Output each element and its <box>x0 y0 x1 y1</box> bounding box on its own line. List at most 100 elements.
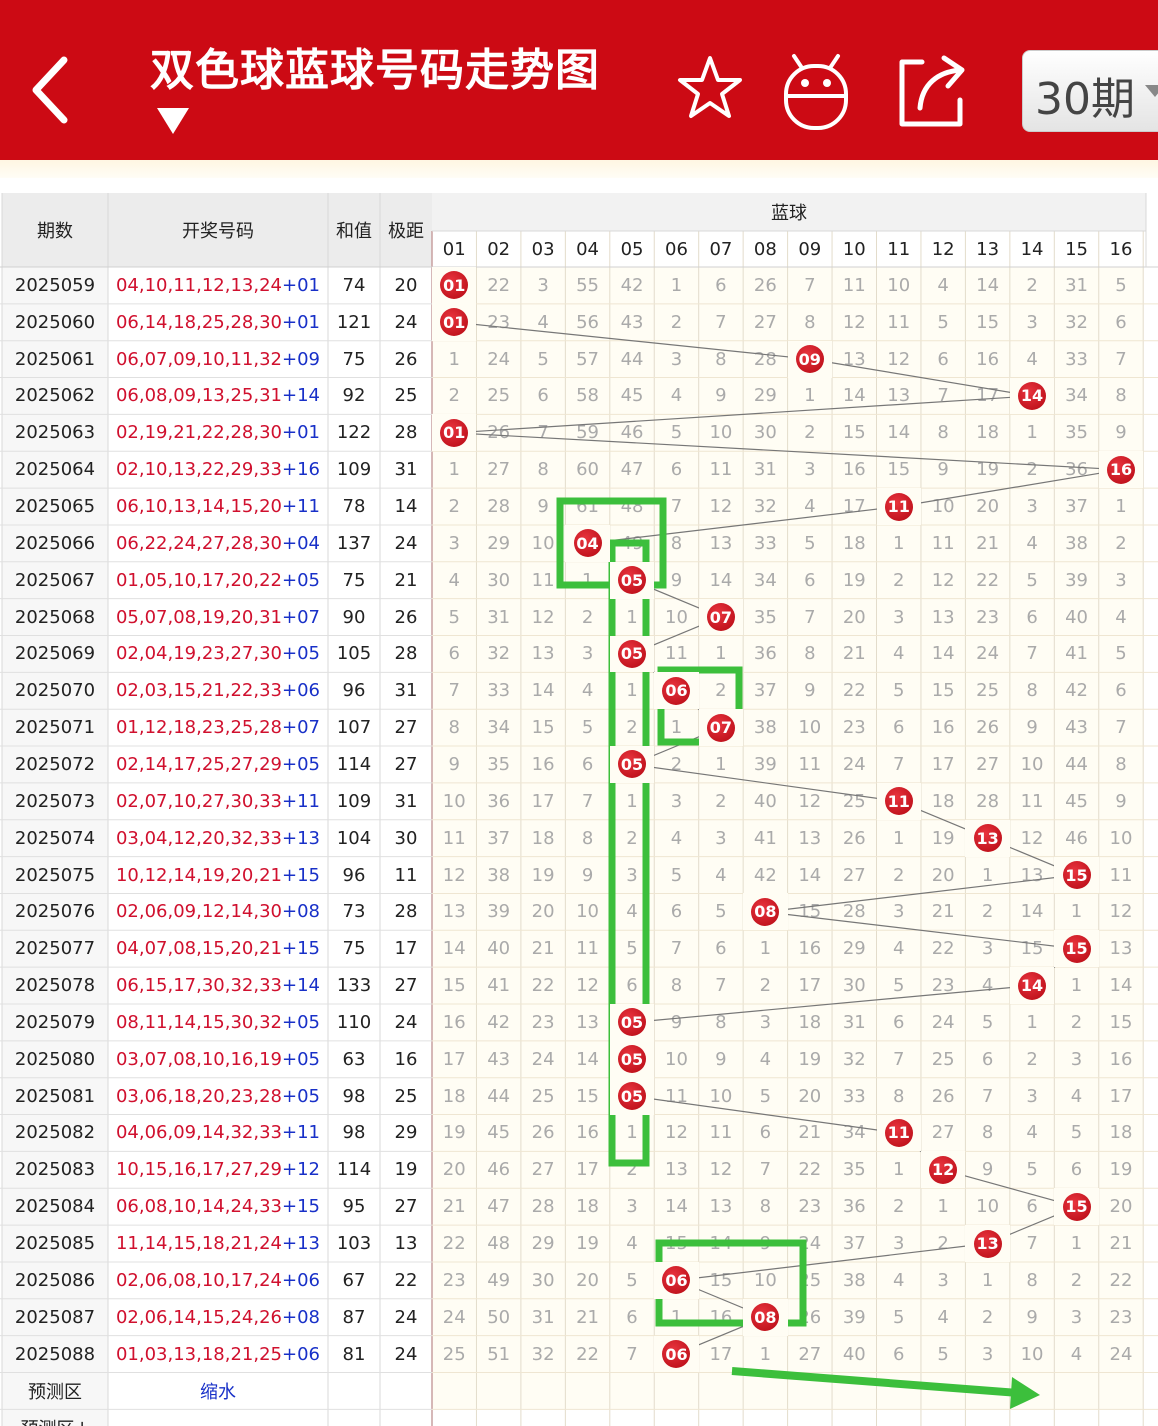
predict-span[interactable] <box>380 1372 432 1410</box>
miss-cell: 38 <box>476 856 521 894</box>
predict-sum[interactable] <box>328 1372 380 1410</box>
miss-cell: 22 <box>520 967 566 1004</box>
predict-cell[interactable] <box>520 1372 566 1410</box>
miss-count: 1 <box>981 1269 994 1291</box>
hit-cell: 12 <box>920 1151 966 1189</box>
predict-cell[interactable] <box>476 1372 521 1410</box>
miss-count: 22 <box>531 975 555 997</box>
miss-count: 7 <box>759 1159 772 1181</box>
miss-cell: 13 <box>920 598 966 636</box>
row-period: 2025078 <box>2 967 108 1004</box>
miss-count: 21 <box>576 1306 600 1328</box>
predict-cell[interactable] <box>787 1372 833 1410</box>
header-period: 期数 <box>2 193 108 267</box>
predict-cell[interactable] <box>1098 1372 1144 1410</box>
predict-cell[interactable] <box>965 1372 1010 1410</box>
blue-ball-hit: 11 <box>884 492 913 521</box>
predict-cell[interactable] <box>1009 1372 1055 1410</box>
predict-value[interactable]: 缩水 <box>108 1372 328 1410</box>
miss-cell: 18 <box>432 1077 477 1115</box>
row-sum: 122 <box>328 414 380 452</box>
miss-cell: 9 <box>920 451 966 489</box>
miss-count: 13 <box>798 827 822 849</box>
miss-count: 6 <box>804 569 816 591</box>
miss-cell: 2 <box>609 1151 655 1189</box>
miss-cell: 45 <box>476 1114 521 1152</box>
predict-cell[interactable] <box>565 1372 610 1410</box>
predict-cell[interactable] <box>743 1372 788 1410</box>
miss-count: 3 <box>759 1011 772 1033</box>
row-sum: 96 <box>328 856 380 894</box>
row-period: 2025070 <box>2 672 108 710</box>
miss-cell: 1 <box>698 746 744 783</box>
miss-cell: 22 <box>476 267 521 304</box>
miss-cell: 9 <box>698 377 744 415</box>
blue-number: +01 <box>282 422 321 444</box>
miss-cell: 4 <box>1054 1077 1099 1115</box>
miss-cell: 7 <box>1009 635 1055 673</box>
miss-cell: 17 <box>432 1040 477 1078</box>
miss-count: 25 <box>842 790 866 812</box>
trend-table[interactable]: 期数 开奖号码 和值 极距 蓝球 01 02 03 04 05 06 07 08 09 10 11 12 13 14… <box>0 193 1158 1426</box>
android-icon[interactable] <box>780 52 852 132</box>
blue-ball-hit: 15 <box>1062 861 1091 890</box>
miss-count: 18 <box>798 1011 822 1033</box>
period-selector[interactable]: 30期 <box>1022 50 1158 132</box>
row-span: 31 <box>380 451 432 489</box>
miss-count: 6 <box>448 643 460 665</box>
miss-count: 16 <box>576 1122 600 1144</box>
red-numbers: 10,12,14,19,20,21 <box>115 864 283 886</box>
miss-cell: 7 <box>787 267 833 304</box>
row-span: 26 <box>380 598 432 636</box>
predict-cell[interactable] <box>609 1372 655 1410</box>
miss-cell: 21 <box>432 1188 477 1226</box>
miss-cell: 36 <box>832 1188 877 1226</box>
miss-count: 9 <box>670 569 683 591</box>
red-numbers: 05,07,08,19,20,31 <box>115 606 283 628</box>
miss-count: 13 <box>531 643 555 665</box>
miss-count: 34 <box>1065 385 1088 407</box>
miss-cell: 22 <box>787 1151 833 1189</box>
miss-cell: 61 <box>565 488 610 525</box>
miss-cell: 1 <box>1098 488 1144 525</box>
row-span: 24 <box>380 524 432 562</box>
predict-cell[interactable] <box>698 1372 744 1410</box>
miss-cell: 11 <box>654 1077 699 1115</box>
miss-count: 7 <box>1026 643 1038 665</box>
miss-count: 1 <box>1026 422 1038 444</box>
miss-count: 6 <box>759 1122 772 1144</box>
header-ball-11: 11 <box>876 231 921 267</box>
row-period: 2025086 <box>2 1261 108 1299</box>
miss-count: 8 <box>937 422 949 444</box>
miss-count: 2 <box>1026 459 1038 481</box>
miss-cell: 29 <box>476 524 521 562</box>
miss-cell: 8 <box>698 1004 744 1041</box>
header-ball-08: 08 <box>743 231 788 267</box>
miss-count: 49 <box>487 1269 511 1291</box>
miss-cell: 25 <box>476 377 521 415</box>
miss-count: 18 <box>576 1196 600 1218</box>
predict-cell[interactable] <box>432 1372 477 1410</box>
miss-cell: 23 <box>476 303 521 341</box>
miss-count: 15 <box>665 1233 688 1255</box>
miss-cell: 6 <box>520 377 566 415</box>
miss-count: 12 <box>709 496 733 518</box>
predict-cell[interactable] <box>654 1372 699 1410</box>
miss-cell: 3 <box>787 451 833 489</box>
miss-count: 24 <box>531 1048 555 1070</box>
miss-count: 20 <box>931 864 955 886</box>
predict-cell[interactable] <box>876 1372 921 1410</box>
dropdown-triangle-icon[interactable] <box>155 106 191 136</box>
miss-count: 9 <box>804 680 816 702</box>
share-icon[interactable] <box>892 52 970 130</box>
star-icon[interactable] <box>676 52 744 124</box>
miss-count: 46 <box>1065 827 1088 849</box>
predict-cell[interactable] <box>1054 1372 1099 1410</box>
predict-cell[interactable] <box>832 1372 877 1410</box>
back-icon[interactable] <box>22 48 82 133</box>
row-span: 24 <box>380 1298 432 1336</box>
miss-count: 28 <box>842 901 866 923</box>
red-numbers: 06,07,09,10,11,32 <box>115 348 283 370</box>
miss-cell: 8 <box>1098 377 1144 415</box>
predict-cell[interactable] <box>920 1372 966 1410</box>
